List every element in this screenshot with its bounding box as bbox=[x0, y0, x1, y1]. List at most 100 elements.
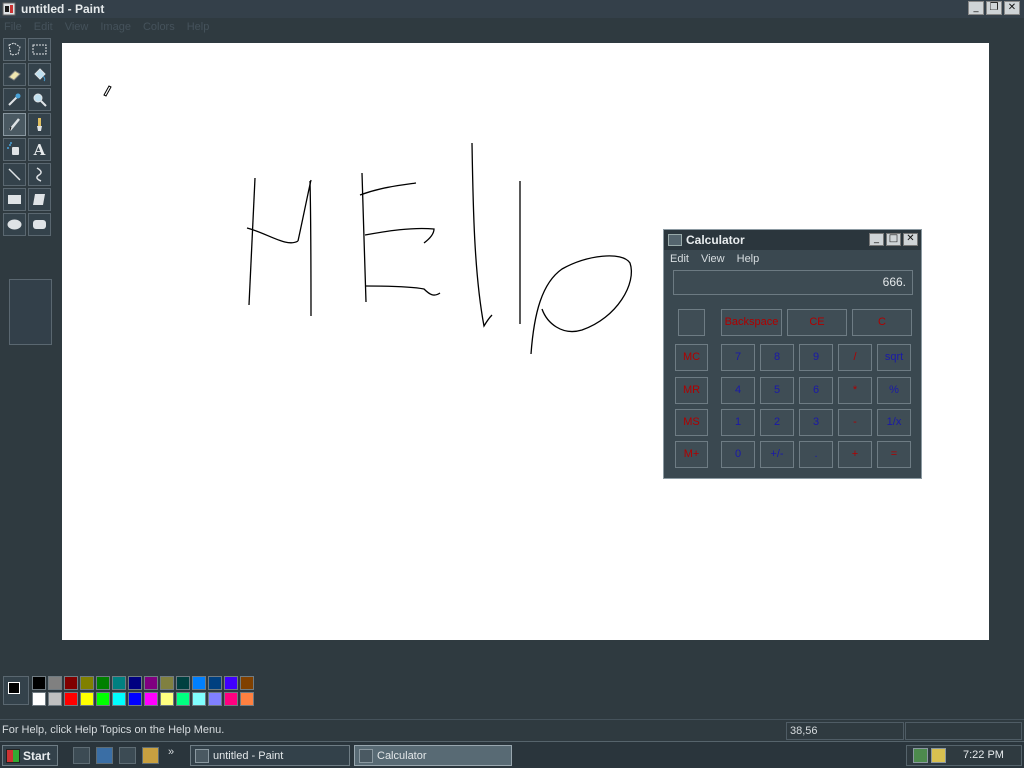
backspace-button[interactable]: Backspace bbox=[721, 309, 782, 336]
palette-swatch[interactable] bbox=[80, 692, 94, 706]
memory-recall-button[interactable]: MR bbox=[675, 377, 708, 404]
calc-menu-help[interactable]: Help bbox=[737, 253, 760, 265]
tool-polygon[interactable] bbox=[28, 188, 51, 211]
tool-free-form-select[interactable] bbox=[3, 38, 26, 61]
tool-pick-color[interactable] bbox=[3, 88, 26, 111]
palette-swatch[interactable] bbox=[80, 676, 94, 690]
tool-magnifier[interactable] bbox=[28, 88, 51, 111]
palette-swatch[interactable] bbox=[48, 676, 62, 690]
network-tray-icon[interactable] bbox=[913, 748, 928, 763]
palette-swatch[interactable] bbox=[224, 692, 238, 706]
tool-fill[interactable] bbox=[28, 63, 51, 86]
sqrt-button[interactable]: sqrt bbox=[877, 344, 911, 371]
digit-5-button[interactable]: 5 bbox=[760, 377, 794, 404]
clock[interactable]: 7:22 PM bbox=[963, 749, 1004, 761]
memory-store-button[interactable]: MS bbox=[675, 409, 708, 436]
palette-swatch[interactable] bbox=[64, 676, 78, 690]
clear-entry-button[interactable]: CE bbox=[787, 309, 847, 336]
palette-swatch[interactable] bbox=[96, 692, 110, 706]
palette-swatch[interactable] bbox=[32, 676, 46, 690]
sign-button[interactable]: +/- bbox=[760, 441, 794, 468]
digit-9-button[interactable]: 9 bbox=[799, 344, 833, 371]
task-paint[interactable]: untitled - Paint bbox=[190, 745, 350, 766]
palette-swatch[interactable] bbox=[112, 692, 126, 706]
tool-rectangle[interactable] bbox=[3, 188, 26, 211]
decimal-button[interactable]: . bbox=[799, 441, 833, 468]
menu-colors[interactable]: Colors bbox=[143, 21, 175, 33]
tool-brush[interactable] bbox=[28, 113, 51, 136]
reciprocal-button[interactable]: 1/x bbox=[877, 409, 911, 436]
search-folder-icon[interactable] bbox=[142, 747, 159, 764]
quicklaunch-more[interactable]: » bbox=[168, 746, 174, 758]
palette-swatch[interactable] bbox=[144, 692, 158, 706]
digit-8-button[interactable]: 8 bbox=[760, 344, 794, 371]
menu-help[interactable]: Help bbox=[187, 21, 210, 33]
palette-swatch[interactable] bbox=[96, 676, 110, 690]
palette-swatch[interactable] bbox=[160, 692, 174, 706]
add-button[interactable]: + bbox=[838, 441, 872, 468]
tool-options-box[interactable] bbox=[9, 279, 52, 345]
divide-button[interactable]: / bbox=[838, 344, 872, 371]
tool-pencil[interactable] bbox=[3, 113, 26, 136]
equals-button[interactable]: = bbox=[877, 441, 911, 468]
menu-view[interactable]: View bbox=[65, 21, 89, 33]
minimize-button[interactable]: _ bbox=[968, 1, 984, 15]
palette-swatch[interactable] bbox=[48, 692, 62, 706]
task-calculator[interactable]: Calculator bbox=[354, 745, 512, 766]
tool-curve[interactable] bbox=[28, 163, 51, 186]
menu-image[interactable]: Image bbox=[100, 21, 131, 33]
digit-7-button[interactable]: 7 bbox=[721, 344, 755, 371]
palette-swatch[interactable] bbox=[128, 692, 142, 706]
calc-menu-view[interactable]: View bbox=[701, 253, 725, 265]
menu-file[interactable]: File bbox=[4, 21, 22, 33]
palette-swatch[interactable] bbox=[240, 692, 254, 706]
palette-swatch[interactable] bbox=[208, 676, 222, 690]
calculator-title-bar[interactable]: Calculator _ □ ✕ bbox=[664, 230, 921, 250]
start-button[interactable]: Start bbox=[2, 745, 58, 766]
palette-swatch[interactable] bbox=[32, 692, 46, 706]
show-desktop-icon[interactable] bbox=[73, 747, 90, 764]
tool-select[interactable] bbox=[28, 38, 51, 61]
tool-airbrush[interactable] bbox=[3, 138, 26, 161]
outlook-express-icon[interactable] bbox=[119, 747, 136, 764]
palette-swatch[interactable] bbox=[240, 676, 254, 690]
close-button[interactable]: ✕ bbox=[1004, 1, 1020, 15]
palette-swatch[interactable] bbox=[160, 676, 174, 690]
calculator-maximize-button[interactable]: □ bbox=[886, 233, 901, 246]
digit-6-button[interactable]: 6 bbox=[799, 377, 833, 404]
palette-swatch[interactable] bbox=[224, 676, 238, 690]
memory-clear-button[interactable]: MC bbox=[675, 344, 708, 371]
palette-swatch[interactable] bbox=[208, 692, 222, 706]
digit-1-button[interactable]: 1 bbox=[721, 409, 755, 436]
percent-button[interactable]: % bbox=[877, 377, 911, 404]
calculator-window[interactable]: Calculator _ □ ✕ Edit View Help 666. Bac… bbox=[663, 229, 922, 479]
palette-swatch[interactable] bbox=[192, 692, 206, 706]
palette-swatch[interactable] bbox=[176, 692, 190, 706]
digit-3-button[interactable]: 3 bbox=[799, 409, 833, 436]
tool-line[interactable] bbox=[3, 163, 26, 186]
palette-swatch[interactable] bbox=[64, 692, 78, 706]
calculator-minimize-button[interactable]: _ bbox=[869, 233, 884, 246]
calculator-close-button[interactable]: ✕ bbox=[903, 233, 918, 246]
multiply-button[interactable]: * bbox=[838, 377, 872, 404]
internet-explorer-icon[interactable] bbox=[96, 747, 113, 764]
tool-rounded-rectangle[interactable] bbox=[28, 213, 51, 236]
current-colors[interactable] bbox=[3, 676, 29, 705]
digit-2-button[interactable]: 2 bbox=[760, 409, 794, 436]
palette-swatch[interactable] bbox=[144, 676, 158, 690]
tool-ellipse[interactable] bbox=[3, 213, 26, 236]
palette-swatch[interactable] bbox=[112, 676, 126, 690]
menu-edit[interactable]: Edit bbox=[34, 21, 53, 33]
palette-swatch[interactable] bbox=[128, 676, 142, 690]
palette-swatch[interactable] bbox=[192, 676, 206, 690]
subtract-button[interactable]: - bbox=[838, 409, 872, 436]
tool-text[interactable]: A bbox=[28, 138, 51, 161]
clear-button[interactable]: C bbox=[852, 309, 912, 336]
tool-eraser[interactable] bbox=[3, 63, 26, 86]
digit-0-button[interactable]: 0 bbox=[721, 441, 755, 468]
memory-add-button[interactable]: M+ bbox=[675, 441, 708, 468]
calc-menu-edit[interactable]: Edit bbox=[670, 253, 689, 265]
volume-tray-icon[interactable] bbox=[931, 748, 946, 763]
palette-swatch[interactable] bbox=[176, 676, 190, 690]
digit-4-button[interactable]: 4 bbox=[721, 377, 755, 404]
